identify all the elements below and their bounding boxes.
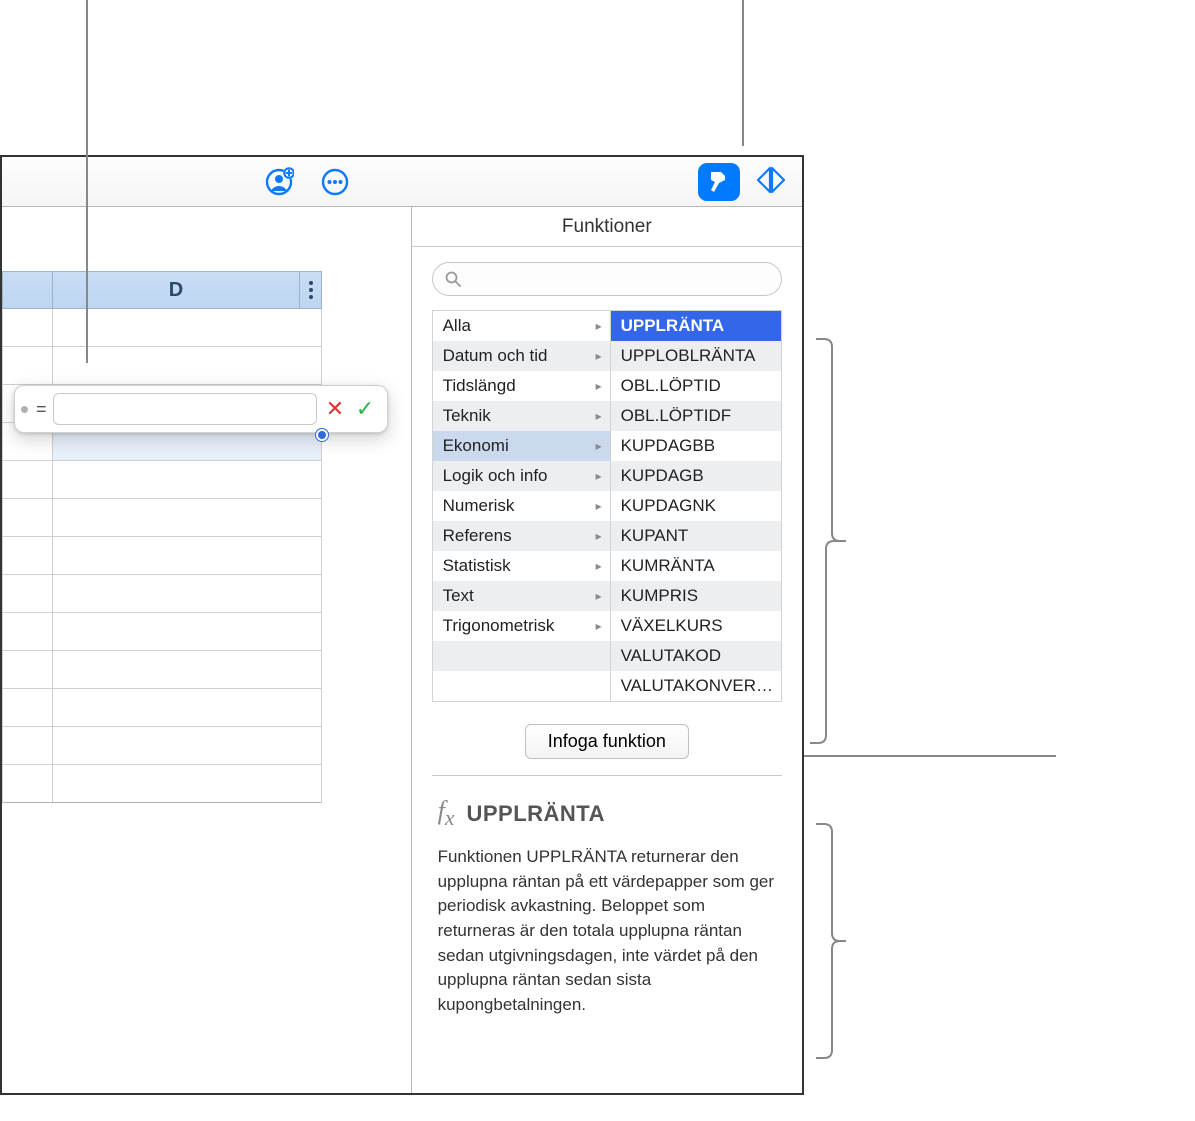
category-label: Statistisk <box>443 556 511 576</box>
function-search-input[interactable] <box>467 270 769 288</box>
sidebar-title: Funktioner <box>412 207 802 247</box>
column-header[interactable]: D <box>2 271 322 309</box>
chevron-right-icon: ▸ <box>596 379 602 393</box>
category-item-empty <box>433 671 610 701</box>
callout-line <box>86 0 88 363</box>
chevron-right-icon: ▸ <box>596 589 602 603</box>
function-item[interactable]: UPPLOBLRÄNTA <box>611 341 781 371</box>
category-item[interactable]: Alla ▸ <box>433 311 610 341</box>
category-item[interactable]: Tidslängd ▸ <box>433 371 610 401</box>
formula-cancel-button[interactable]: ✕ <box>323 396 347 422</box>
callout-brace <box>810 820 854 1070</box>
function-detail-description: Funktionen UPPLRÄNTA returnerar den uppl… <box>438 845 776 1017</box>
category-label: Numerisk <box>443 496 515 516</box>
category-label: Teknik <box>443 406 491 426</box>
chevron-right-icon: ▸ <box>596 439 602 453</box>
column-handle[interactable] <box>3 272 53 308</box>
category-label: Ekonomi <box>443 436 509 456</box>
cell-selection-handle[interactable] <box>316 429 328 441</box>
formula-accept-button[interactable]: ✓ <box>353 396 377 422</box>
function-item[interactable]: OBL.LÖPTID <box>611 371 781 401</box>
formula-input[interactable] <box>53 393 317 425</box>
collab-button[interactable] <box>262 165 296 199</box>
category-label: Trigonometrisk <box>443 616 555 636</box>
sheet-pane: D <box>2 207 411 1093</box>
chevron-right-icon: ▸ <box>596 559 602 573</box>
functions-sidebar: Funktioner Alla ▸ Datum och tid ▸ Tidslängd ▸… <box>411 207 802 1093</box>
chevron-right-icon: ▸ <box>596 619 602 633</box>
column-menu-button[interactable] <box>299 272 321 308</box>
toolbar <box>2 157 802 207</box>
category-item[interactable]: Teknik ▸ <box>433 401 610 431</box>
search-icon <box>445 271 461 287</box>
more-icon <box>320 167 350 197</box>
more-button[interactable] <box>318 165 352 199</box>
chevron-right-icon: ▸ <box>596 349 602 363</box>
category-label: Referens <box>443 526 512 546</box>
function-lists: Alla▸Datum och tid▸Tidslängd▸Teknik▸Ekon… <box>432 310 782 702</box>
category-item[interactable]: Numerisk ▸ <box>433 491 610 521</box>
function-item[interactable]: KUPDAGB <box>611 461 781 491</box>
callout-line <box>804 755 1056 757</box>
category-item[interactable]: Datum och tid ▸ <box>433 341 610 371</box>
formula-drag-handle[interactable] <box>21 406 28 413</box>
collab-icon <box>264 167 294 197</box>
function-item[interactable]: KUMPRIS <box>611 581 781 611</box>
category-label: Logik och info <box>443 466 548 486</box>
category-item[interactable]: Logik och info ▸ <box>433 461 610 491</box>
chevron-right-icon: ▸ <box>596 499 602 513</box>
function-detail: fx UPPLRÄNTA Funktionen UPPLRÄNTA return… <box>412 776 802 1026</box>
category-item[interactable]: Ekonomi ▸ <box>433 431 610 461</box>
category-label: Datum och tid <box>443 346 548 366</box>
equals-sign: = <box>36 399 47 420</box>
function-item[interactable]: KUPDAGBB <box>611 431 781 461</box>
chevron-right-icon: ▸ <box>596 469 602 483</box>
category-label: Tidslängd <box>443 376 516 396</box>
fx-icon: fx <box>438 796 455 831</box>
function-item[interactable]: OBL.LÖPTIDF <box>611 401 781 431</box>
function-item[interactable]: VALUTAKOD <box>611 641 781 671</box>
category-item[interactable]: Referens ▸ <box>433 521 610 551</box>
category-item[interactable]: Text ▸ <box>433 581 610 611</box>
category-label: Text <box>443 586 474 606</box>
callout-line <box>742 0 744 146</box>
app-window: D <box>0 155 804 1095</box>
function-search[interactable] <box>432 262 782 296</box>
insert-function-button[interactable]: Infoga funktion <box>525 724 689 759</box>
category-label: Alla <box>443 316 471 336</box>
formula-editor[interactable]: = ✕ ✓ <box>14 385 388 433</box>
function-item[interactable]: KUMRÄNTA <box>611 551 781 581</box>
format-button[interactable] <box>698 163 740 201</box>
function-item[interactable]: KUPDAGNK <box>611 491 781 521</box>
category-item-empty <box>433 641 610 671</box>
function-detail-name: UPPLRÄNTA <box>466 801 605 827</box>
grid[interactable] <box>2 309 322 803</box>
chevron-right-icon: ▸ <box>596 529 602 543</box>
function-item[interactable]: KUPANT <box>611 521 781 551</box>
category-item[interactable]: Statistisk ▸ <box>433 551 610 581</box>
category-list[interactable]: Alla▸Datum och tid▸Tidslängd▸Teknik▸Ekon… <box>433 311 611 701</box>
category-item[interactable]: Trigonometrisk ▸ <box>433 611 610 641</box>
organize-button[interactable] <box>754 163 788 197</box>
organize-icon <box>754 163 788 197</box>
chevron-right-icon: ▸ <box>596 409 602 423</box>
function-item[interactable]: VÄXELKURS <box>611 611 781 641</box>
chevron-right-icon: ▸ <box>596 319 602 333</box>
format-brush-icon <box>706 169 732 195</box>
column-label[interactable]: D <box>53 272 299 308</box>
function-item[interactable]: VALUTAKONVER… <box>611 671 781 701</box>
function-list[interactable]: UPPLRÄNTAUPPLOBLRÄNTAOBL.LÖPTIDOBL.LÖPTI… <box>611 311 781 701</box>
callout-brace <box>810 335 854 755</box>
content-area: D <box>2 207 802 1093</box>
function-item[interactable]: UPPLRÄNTA <box>611 311 781 341</box>
